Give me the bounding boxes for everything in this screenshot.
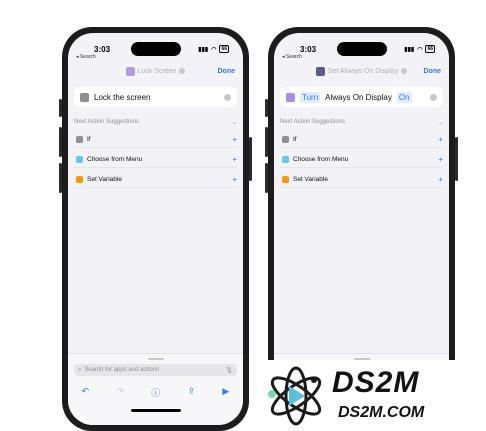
done-button[interactable]: Done (424, 68, 442, 75)
action-verb-token[interactable]: Turn (300, 91, 321, 103)
suggestions-title: Next Action Suggestions (74, 119, 140, 125)
suggestions-header: Next Action Suggestions ⌄ (74, 119, 237, 126)
chevron-down-icon[interactable]: ⌄ (438, 119, 443, 126)
menu-icon (282, 156, 289, 163)
search-placeholder: Search for apps and actions (84, 367, 160, 373)
search-input[interactable]: ⌕ Search for apps and actions 🎙 (74, 364, 237, 376)
suggestion-label: If (87, 136, 91, 143)
suggestion-if[interactable]: If + (74, 132, 237, 148)
lock-icon (80, 92, 89, 102)
signal-icon: ▮▮▮ (198, 46, 209, 53)
redo-icon[interactable]: ↷ (116, 386, 124, 399)
logo-domain: DS2M.COM (338, 404, 425, 421)
variable-icon (76, 176, 83, 183)
display-icon (286, 92, 295, 102)
suggestions-title: Next Action Suggestions (280, 119, 346, 125)
if-icon (76, 136, 83, 143)
action-lock-screen[interactable]: Lock the screen (74, 87, 237, 107)
shortcut-title[interactable]: Set Always On Display (315, 66, 408, 76)
status-time: 3:03 (300, 44, 317, 54)
battery-icon: 66 (425, 45, 435, 53)
if-icon (282, 136, 289, 143)
suggestions-header: Next Action Suggestions ⌄ (280, 119, 443, 126)
battery-icon: 66 (219, 45, 229, 53)
suggestion-if[interactable]: If + (280, 132, 443, 148)
info-icon[interactable]: ⓘ (151, 386, 160, 399)
suggestion-set-variable[interactable]: Set Variable + (74, 172, 237, 188)
action-search-panel: ⌕ Search for apps and actions 🎙 ↶ ↷ ⓘ ⇪ … (68, 353, 243, 425)
menu-icon (76, 156, 83, 163)
clear-icon[interactable] (430, 93, 437, 101)
suggestion-label: Set Variable (87, 176, 122, 183)
share-icon[interactable]: ⇪ (188, 386, 196, 399)
action-label: Lock the screen (94, 92, 151, 102)
suggestion-choose-from-menu[interactable]: Choose from Menu + (74, 152, 237, 168)
suggestion-set-variable[interactable]: Set Variable + (280, 172, 443, 188)
watermark-logo: DS2M DS2M.COM (262, 360, 486, 431)
signal-icon: ▮▮▮ (404, 46, 415, 53)
done-button[interactable]: Done (218, 68, 236, 75)
add-icon[interactable]: + (232, 155, 237, 164)
play-icon[interactable]: ▶ (222, 386, 229, 399)
mic-icon[interactable]: 🎙 (225, 367, 233, 374)
chevron-down-icon (179, 68, 186, 74)
action-set-always-on-display[interactable]: Turn Always On Display On (280, 87, 443, 107)
suggestion-label: Set Variable (293, 176, 328, 183)
back-to-search[interactable]: ◂ Search (76, 54, 96, 60)
nav-bar: Lock Screen Done (68, 63, 243, 79)
home-indicator (130, 409, 181, 412)
logo-wordmark: DS2M (332, 366, 420, 399)
suggestion-choose-from-menu[interactable]: Choose from Menu + (280, 152, 443, 168)
wifi-icon: ◠ (211, 46, 217, 53)
undo-icon[interactable]: ↶ (82, 386, 90, 399)
atom-logo-icon (268, 366, 322, 426)
add-icon[interactable]: + (438, 175, 443, 184)
wifi-icon: ◠ (417, 46, 423, 53)
back-to-search[interactable]: ◂ Search (282, 54, 302, 60)
shortcut-icon (315, 66, 325, 76)
chevron-down-icon[interactable]: ⌄ (232, 119, 237, 126)
add-icon[interactable]: + (438, 155, 443, 164)
add-icon[interactable]: + (232, 135, 237, 144)
suggestion-label: Choose from Menu (293, 156, 349, 163)
suggestion-label: If (293, 136, 297, 143)
variable-icon (282, 176, 289, 183)
shortcut-icon (125, 66, 135, 76)
action-object: Always On Display (325, 92, 392, 102)
status-time: 3:03 (94, 44, 111, 54)
chevron-down-icon (401, 68, 408, 74)
add-icon[interactable]: + (232, 175, 237, 184)
suggestion-label: Choose from Menu (87, 156, 143, 163)
phone-left: 3:03 ▮▮▮ ◠ 66 ◂ Search Lock Screen Done … (59, 27, 252, 431)
action-state-token[interactable]: On (396, 91, 412, 103)
add-icon[interactable]: + (438, 135, 443, 144)
nav-bar: Set Always On Display Done (274, 63, 449, 79)
screen-left: 3:03 ▮▮▮ ◠ 66 ◂ Search Lock Screen Done … (68, 33, 243, 425)
editor-toolbar: ↶ ↷ ⓘ ⇪ ▶ (68, 386, 243, 399)
shortcut-title[interactable]: Lock Screen (125, 66, 186, 76)
nav-title-text: Lock Screen (137, 67, 177, 75)
clear-icon[interactable] (224, 93, 231, 101)
search-icon: ⌕ (78, 366, 82, 373)
nav-title-text: Set Always On Display (327, 67, 399, 75)
grabber[interactable] (147, 358, 164, 360)
